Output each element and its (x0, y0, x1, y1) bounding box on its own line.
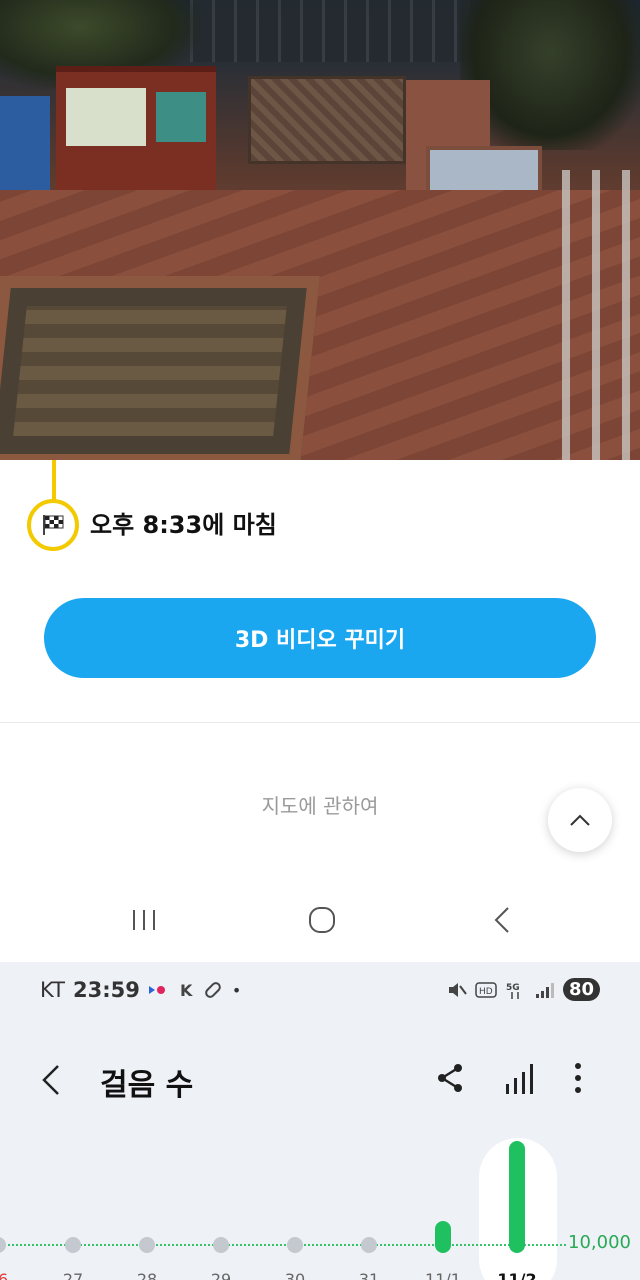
steps-chart: 10,000 26 27 28 29 30 31 11/1 11/2 (0, 1138, 640, 1280)
day-label: 29 (210, 1270, 232, 1280)
share-button[interactable] (436, 1060, 470, 1100)
more-options-button[interactable] (566, 1060, 592, 1100)
mute-icon (448, 982, 467, 997)
hd-icon: HD (475, 981, 497, 998)
signal-icon (535, 982, 554, 998)
chevron-up-icon (570, 814, 590, 826)
back-button[interactable] (40, 1058, 80, 1102)
steps-screen: KT 23:59 K • HD 5G 80 걸음 수 10,000 6 27 2… (0, 962, 640, 1280)
chevron-left-icon (42, 1065, 59, 1095)
photo-planter (0, 276, 320, 460)
steps-bar[interactable] (435, 1221, 451, 1253)
photo-railing (540, 170, 640, 460)
checkered-flag-icon (43, 515, 64, 535)
photo-gate (248, 76, 406, 164)
svg-text:HD: HD (479, 987, 493, 997)
photo-fence (190, 0, 470, 62)
pill-icon (204, 982, 221, 998)
day-label: 30 (284, 1270, 306, 1280)
day-label: 11/2 (497, 1270, 537, 1280)
steps-bar[interactable] (509, 1141, 525, 1253)
status-bar-left: KT 23:59 K • (40, 978, 242, 1002)
5g-icon: 5G (506, 983, 520, 999)
steps-empty-dot[interactable] (213, 1237, 229, 1253)
day-label: 26 (0, 1270, 9, 1280)
steps-empty-dot[interactable] (287, 1237, 303, 1253)
steps-empty-dot[interactable] (65, 1237, 81, 1253)
recent-apps-icon (133, 910, 155, 930)
more-notifications-icon: • (231, 980, 243, 1000)
goal-line (0, 1244, 566, 1246)
page-title: 걸음 수 (100, 1068, 194, 1103)
system-nav-bar (0, 880, 640, 962)
kakao-icon: K (180, 981, 193, 1000)
carrier: KT (40, 978, 65, 1002)
photo-vending-machine (0, 96, 50, 192)
back-nav-icon (494, 907, 509, 933)
route-line (52, 460, 56, 500)
status-bar-right: HD 5G 80 (447, 978, 600, 1001)
home-icon (309, 907, 335, 933)
day-label: 27 (62, 1270, 84, 1280)
scroll-top-button[interactable] (548, 788, 612, 852)
notification-dots-icon (148, 986, 165, 994)
day-label: 11/1 (425, 1270, 461, 1280)
svg-text:5G: 5G (506, 983, 520, 993)
route-photo (0, 0, 640, 460)
steps-empty-dot[interactable] (139, 1237, 155, 1253)
home-button[interactable] (302, 900, 342, 940)
steps-empty-dot[interactable] (0, 1237, 6, 1253)
finish-time: 오후 8:33에 마침 (90, 511, 277, 539)
app-header: 걸음 수 (0, 1058, 640, 1103)
stats-button[interactable] (503, 1060, 537, 1100)
bar-chart-icon (506, 1064, 533, 1094)
finish-badge (27, 499, 79, 551)
clock: 23:59 (72, 978, 140, 1002)
recent-apps-button[interactable] (124, 900, 164, 940)
share-icon (438, 1064, 462, 1092)
photo-booth (56, 66, 216, 196)
decorate-3d-video-button[interactable]: 3D 비디오 꾸미기 (44, 598, 596, 678)
more-vertical-icon (575, 1063, 581, 1093)
divider (0, 722, 640, 723)
back-nav-button[interactable] (482, 900, 522, 940)
about-map-link[interactable]: 지도에 관하여 (0, 790, 640, 819)
battery-level: 80 (562, 978, 600, 1001)
svg-text:K: K (180, 981, 193, 1000)
day-label: 28 (136, 1270, 158, 1280)
steps-empty-dot[interactable] (361, 1237, 377, 1253)
goal-label: 10,000 (568, 1232, 631, 1253)
day-label: 31 (358, 1270, 380, 1280)
